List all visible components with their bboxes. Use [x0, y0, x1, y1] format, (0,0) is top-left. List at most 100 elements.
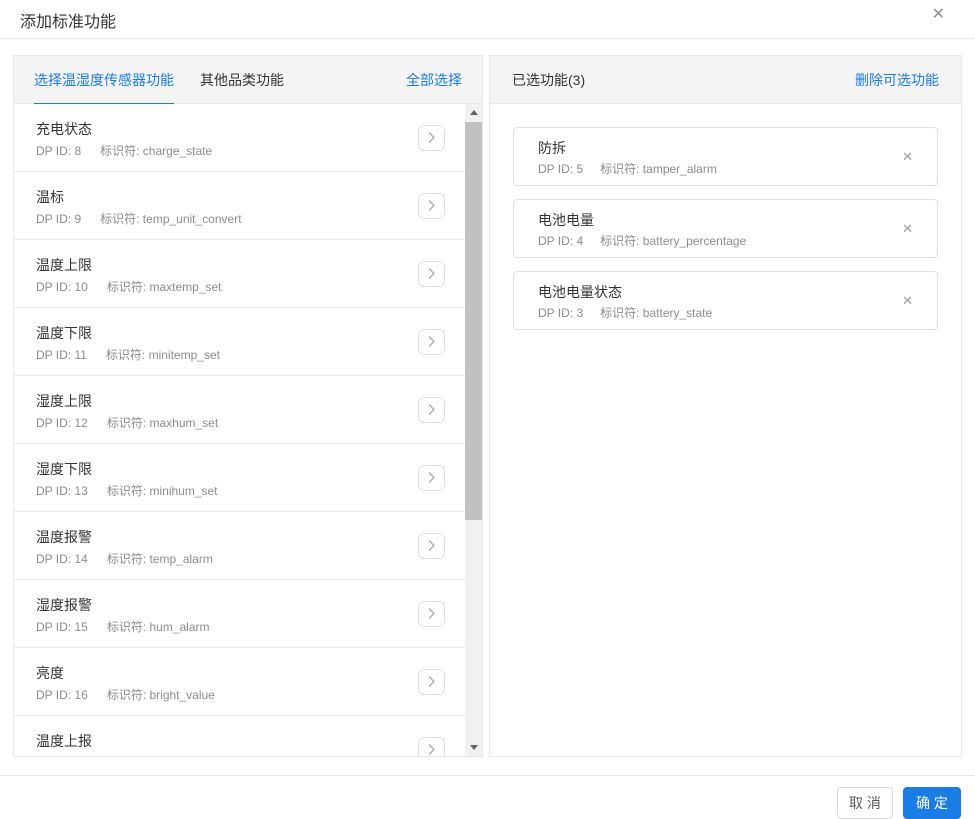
add-function-button[interactable]: [418, 736, 445, 756]
function-meta: DP ID: 11 标识符: minitemp_set: [36, 348, 412, 363]
function-identifier: 标识符: temp_unit_convert: [100, 212, 242, 226]
available-functions-header: 选择温湿度传感器功能 其他品类功能 全部选择: [14, 56, 482, 105]
function-dp-id: DP ID: 11: [36, 348, 87, 362]
function-identifier: 标识符: bright_value: [106, 688, 215, 702]
function-list-item: 温度上报: [14, 716, 482, 756]
available-functions-panel: 选择温湿度传感器功能 其他品类功能 全部选择 充电状态 DP ID: 8 标识符…: [13, 55, 483, 757]
function-name: 充电状态: [36, 121, 92, 137]
function-list-item: 湿度下限 DP ID: 13 标识符: minihum_set: [14, 444, 482, 512]
function-list-item: 湿度报警 DP ID: 15 标识符: hum_alarm: [14, 580, 482, 648]
function-list-item: 温度下限 DP ID: 11 标识符: minitemp_set: [14, 308, 482, 376]
add-function-button[interactable]: [418, 396, 445, 423]
function-dp-id: DP ID: 3: [538, 306, 584, 320]
function-identifier: 标识符: hum_alarm: [106, 620, 210, 634]
tab-other-category-functions[interactable]: 其他品类功能: [200, 56, 284, 104]
function-name: 温标: [36, 189, 64, 205]
function-meta: DP ID: 15 标识符: hum_alarm: [36, 620, 412, 635]
function-dp-id: DP ID: 14: [36, 552, 88, 566]
dialog-header: 添加标准功能 ✕: [0, 0, 975, 39]
close-icon[interactable]: ✕: [932, 4, 945, 26]
selected-functions-title: 已选功能(3): [512, 71, 586, 88]
chevron-right-icon: [428, 608, 435, 619]
add-function-button[interactable]: [418, 464, 445, 491]
function-name: 温度下限: [36, 325, 92, 341]
scrollbar-thumb[interactable]: [465, 122, 482, 520]
function-meta: DP ID: 5 标识符: tamper_alarm: [538, 162, 877, 177]
function-list: 充电状态 DP ID: 8 标识符: charge_state 温标 DP ID…: [14, 104, 482, 756]
function-name: 温度报警: [36, 529, 92, 545]
function-identifier: 标识符: maxtemp_set: [106, 280, 222, 294]
function-identifier: 标识符: battery_percentage: [600, 234, 747, 248]
function-list-item: 充电状态 DP ID: 8 标识符: charge_state: [14, 104, 482, 172]
scroll-up-button[interactable]: [465, 104, 482, 121]
function-name: 温度上报: [36, 733, 92, 749]
chevron-right-icon: [428, 336, 435, 347]
function-meta: DP ID: 3 标识符: battery_state: [538, 306, 877, 321]
function-identifier: 标识符: minitemp_set: [105, 348, 220, 362]
function-name: 湿度上限: [36, 393, 92, 409]
footer-divider: [0, 775, 975, 776]
add-function-button[interactable]: [418, 124, 445, 151]
function-list-item: 温度报警 DP ID: 14 标识符: temp_alarm: [14, 512, 482, 580]
selected-function-card: 电池电量 DP ID: 4 标识符: battery_percentage ✕: [513, 199, 938, 258]
function-name: 电池电量状态: [538, 284, 622, 300]
selected-functions-header: 已选功能(3) 删除可选功能: [490, 56, 961, 104]
function-identifier: 标识符: tamper_alarm: [600, 162, 717, 176]
function-name: 湿度报警: [36, 597, 92, 613]
function-meta: DP ID: 14 标识符: temp_alarm: [36, 552, 412, 567]
function-list-item: 亮度 DP ID: 16 标识符: bright_value: [14, 648, 482, 716]
add-function-button[interactable]: [418, 668, 445, 695]
add-function-button[interactable]: [418, 192, 445, 219]
function-list-item: 温标 DP ID: 9 标识符: temp_unit_convert: [14, 172, 482, 240]
selected-functions-panel: 已选功能(3) 删除可选功能 防拆 DP ID: 5 标识符: tamper_a…: [489, 55, 962, 757]
remove-function-icon[interactable]: ✕: [902, 221, 913, 236]
function-dp-id: DP ID: 4: [538, 234, 584, 248]
scroll-down-icon: [469, 745, 478, 750]
tab-sensor-functions[interactable]: 选择温湿度传感器功能: [34, 56, 174, 105]
function-dp-id: DP ID: 15: [36, 620, 88, 634]
function-list-item: 湿度上限 DP ID: 12 标识符: maxhum_set: [14, 376, 482, 444]
chevron-right-icon: [428, 472, 435, 483]
chevron-right-icon: [428, 268, 435, 279]
function-list-item: 温度上限 DP ID: 10 标识符: maxtemp_set: [14, 240, 482, 308]
select-all-link[interactable]: 全部选择: [406, 70, 462, 90]
chevron-right-icon: [428, 404, 435, 415]
chevron-right-icon: [428, 540, 435, 551]
function-identifier: 标识符: maxhum_set: [106, 416, 219, 430]
function-meta: DP ID: 9 标识符: temp_unit_convert: [36, 212, 412, 227]
cancel-button[interactable]: 取 消: [837, 787, 893, 819]
function-name: 湿度下限: [36, 461, 92, 477]
function-identifier: 标识符: battery_state: [600, 306, 713, 320]
function-identifier: 标识符: temp_alarm: [106, 552, 213, 566]
scroll-down-button[interactable]: [465, 739, 482, 756]
chevron-right-icon: [428, 676, 435, 687]
remove-function-icon[interactable]: ✕: [902, 293, 913, 308]
function-meta: DP ID: 12 标识符: maxhum_set: [36, 416, 412, 431]
function-dp-id: DP ID: 13: [36, 484, 88, 498]
function-dp-id: DP ID: 8: [36, 144, 82, 158]
function-dp-id: DP ID: 16: [36, 688, 88, 702]
confirm-button[interactable]: 确 定: [903, 787, 961, 819]
function-meta: DP ID: 16 标识符: bright_value: [36, 688, 412, 703]
dialog-title: 添加标准功能: [20, 14, 117, 31]
add-function-button[interactable]: [418, 328, 445, 355]
selected-function-card: 防拆 DP ID: 5 标识符: tamper_alarm ✕: [513, 127, 938, 186]
chevron-right-icon: [428, 200, 435, 211]
selected-function-cards: 防拆 DP ID: 5 标识符: tamper_alarm ✕ 电池电量 DP …: [490, 104, 961, 756]
list-scrollbar[interactable]: [465, 104, 482, 756]
function-meta: DP ID: 8 标识符: charge_state: [36, 144, 412, 159]
function-meta: DP ID: 10 标识符: maxtemp_set: [36, 280, 412, 295]
scroll-up-icon: [469, 110, 478, 115]
add-function-button[interactable]: [418, 260, 445, 287]
function-name: 亮度: [36, 665, 64, 681]
function-dp-id: DP ID: 5: [538, 162, 584, 176]
add-function-button[interactable]: [418, 532, 445, 559]
function-name: 电池电量: [538, 212, 594, 228]
delete-optional-functions-link[interactable]: 删除可选功能: [855, 70, 939, 90]
add-function-button[interactable]: [418, 600, 445, 627]
function-meta: DP ID: 4 标识符: battery_percentage: [538, 234, 877, 249]
chevron-right-icon: [428, 132, 435, 143]
remove-function-icon[interactable]: ✕: [902, 149, 913, 164]
selected-function-card: 电池电量状态 DP ID: 3 标识符: battery_state ✕: [513, 271, 938, 330]
function-meta: DP ID: 13 标识符: minihum_set: [36, 484, 412, 499]
